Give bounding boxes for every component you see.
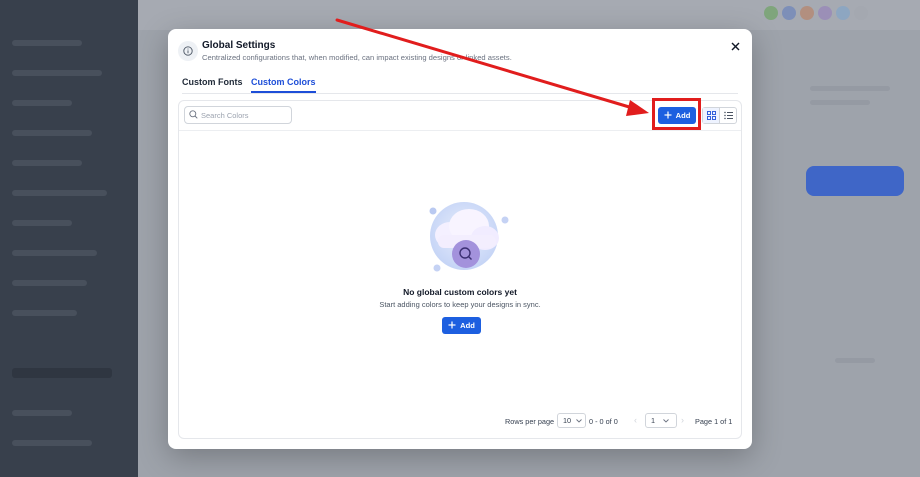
tab-custom-fonts[interactable]: Custom Fonts xyxy=(182,77,243,87)
view-toggle xyxy=(702,107,737,124)
empty-state-add-label: Add xyxy=(460,321,475,330)
rows-per-page-label: Rows per page xyxy=(505,417,555,426)
info-icon xyxy=(178,41,198,61)
settings-tabs: Custom Fonts Custom Colors xyxy=(182,76,738,94)
search-box[interactable] xyxy=(184,106,292,124)
rows-per-page-select[interactable]: 10 xyxy=(557,413,586,428)
plus-icon xyxy=(448,321,456,331)
grid-view-icon[interactable] xyxy=(703,108,720,123)
close-icon[interactable] xyxy=(728,39,742,53)
list-view-icon[interactable] xyxy=(720,108,736,123)
page-value: 1 xyxy=(651,416,656,425)
custom-colors-panel: Add xyxy=(178,100,742,439)
chevron-left-icon[interactable]: ‹ xyxy=(634,415,637,425)
search-input[interactable] xyxy=(201,110,289,120)
highlight-box xyxy=(652,98,701,130)
background-sidebar xyxy=(0,0,138,477)
pagination-range: 0 - 0 of 0 xyxy=(589,417,618,426)
chevron-right-icon[interactable]: › xyxy=(681,415,684,425)
empty-state-title: No global custom colors yet xyxy=(403,287,517,297)
rows-per-page-value: 10 xyxy=(563,416,572,425)
chevron-down-icon xyxy=(663,416,669,425)
chevron-down-icon xyxy=(576,416,582,425)
modal-subtitle: Centralized configurations that, when mo… xyxy=(202,53,512,62)
background-topbar xyxy=(138,0,920,30)
page-select[interactable]: 1 xyxy=(645,413,677,428)
modal-title: Global Settings xyxy=(202,40,276,51)
tab-custom-colors[interactable]: Custom Colors xyxy=(251,77,316,93)
page-of-label: Page 1 of 1 xyxy=(695,417,733,426)
background-button xyxy=(806,166,904,196)
empty-state-illustration xyxy=(429,202,509,272)
pagination: Rows per page 10 0 - 0 of 0 ‹ 1 › Page 1… xyxy=(179,412,741,430)
empty-state-add-button[interactable]: Add xyxy=(442,317,481,334)
global-settings-modal: Global Settings Centralized configuratio… xyxy=(168,29,752,449)
search-icon xyxy=(189,106,198,124)
empty-state-subtitle: Start adding colors to keep your designs… xyxy=(379,300,541,309)
